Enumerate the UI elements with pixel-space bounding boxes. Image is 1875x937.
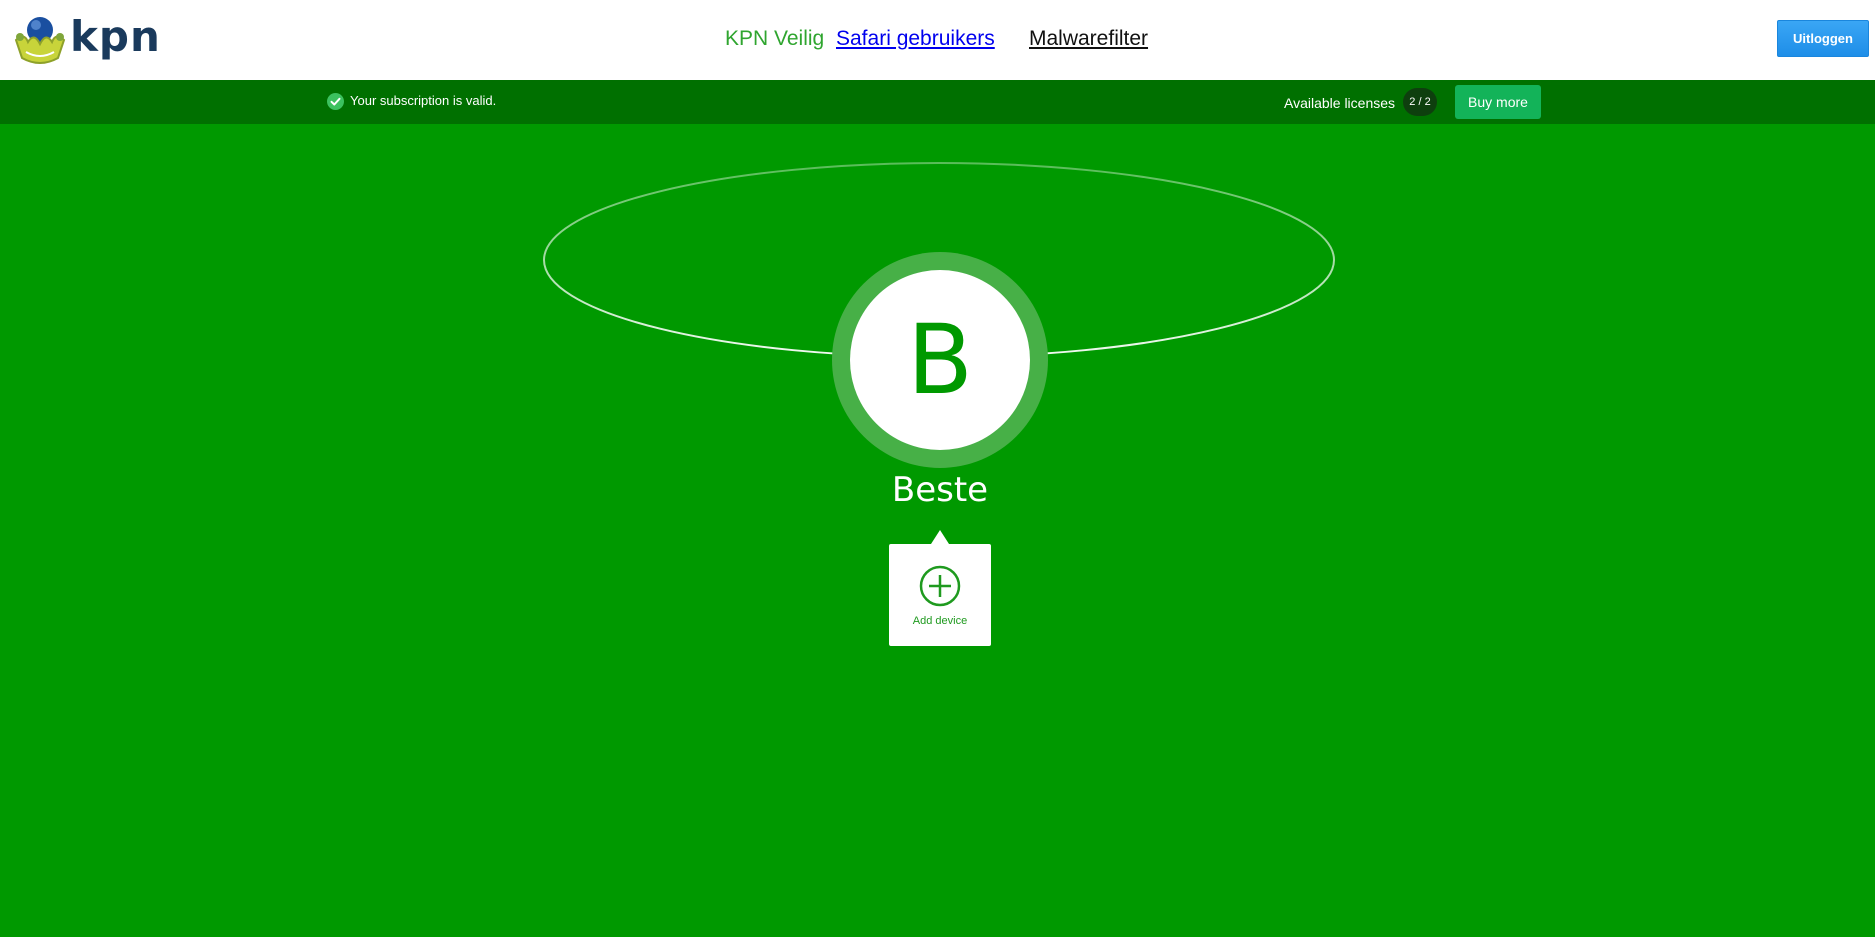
profile-initial: B (907, 304, 973, 416)
add-circle-icon (919, 565, 961, 607)
orbit-ellipse (543, 162, 1335, 358)
profile-name: Beste (891, 470, 989, 510)
add-device-card[interactable]: Add device (889, 530, 991, 646)
add-device-label: Add device (912, 615, 968, 627)
profile-avatar[interactable]: B (850, 270, 1030, 450)
